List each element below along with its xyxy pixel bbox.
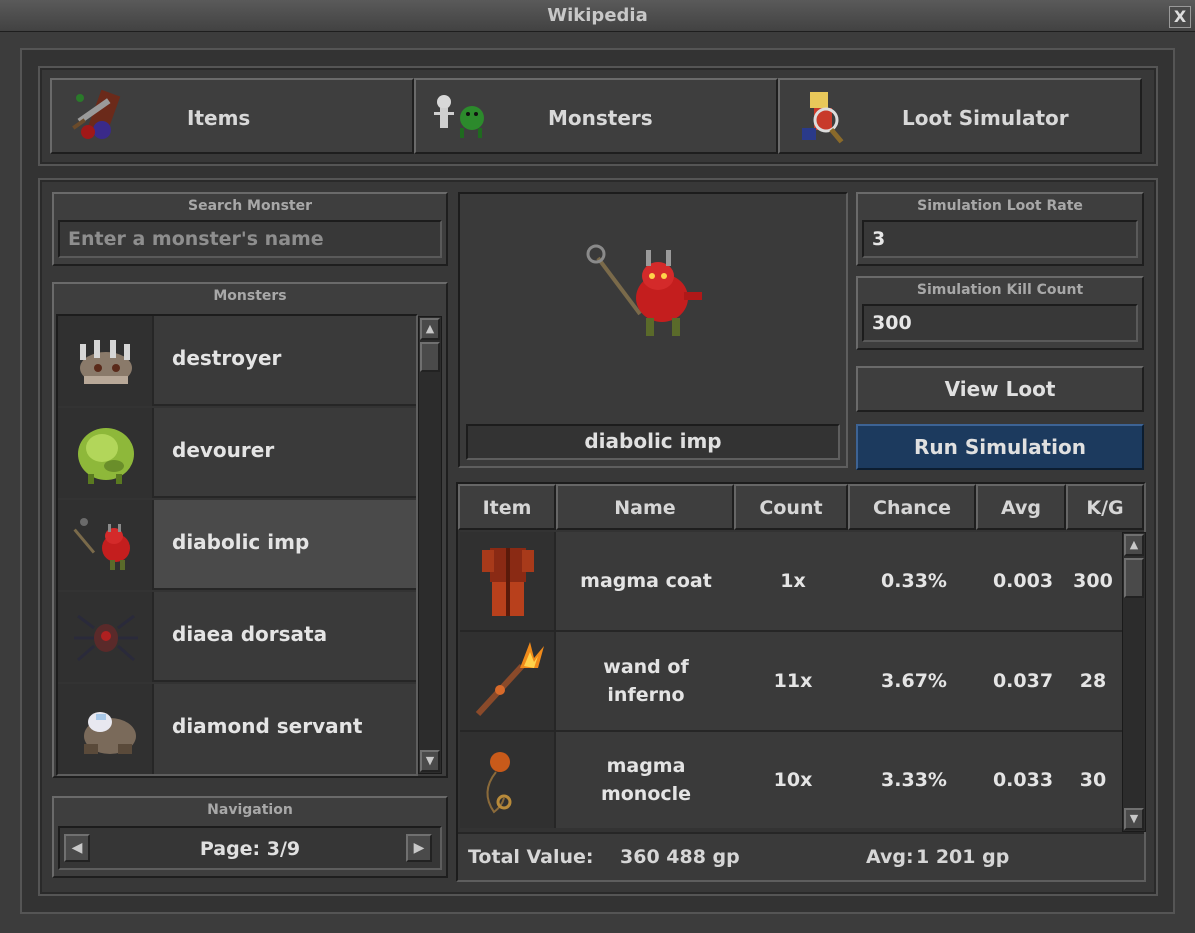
item-chance: 3.33% (881, 769, 947, 791)
scroll-up-button[interactable]: ▲ (1124, 534, 1144, 556)
item-avg: 0.037 (992, 670, 1054, 692)
avg-value-label: Avg: (866, 846, 914, 868)
table-row[interactable]: magma coat 1x 0.33% 0.003 300 (460, 532, 1122, 632)
loot-rate-group: Simulation Loot Rate (856, 192, 1144, 266)
search-group: Search Monster (52, 192, 448, 266)
arrow-right-icon: ▶ (413, 840, 425, 856)
tab-monsters[interactable]: Monsters (414, 78, 778, 154)
item-kg: 28 (1079, 670, 1107, 692)
total-value-label: Total Value: (468, 846, 594, 868)
item-count: 11x (773, 670, 813, 692)
column-header-name[interactable]: Name (556, 484, 734, 530)
preview-monster-name: diabolic imp (466, 424, 840, 460)
magma-monocle-icon (460, 732, 556, 828)
devourer-icon (58, 408, 154, 498)
tab-loot-simulator-label: Loot Simulator (902, 106, 1069, 130)
list-item-selected[interactable]: diabolic imp (58, 500, 416, 590)
scroll-thumb[interactable] (420, 342, 440, 372)
item-name: wand of inferno (603, 656, 689, 706)
wikipedia-window: Wikipedia X Items Monsters Loot Simulato… (0, 0, 1195, 933)
magma-coat-icon (460, 532, 556, 630)
avg-value: 1 201 gp (916, 846, 1010, 868)
monster-name: devourer (172, 438, 275, 462)
item-chance: 3.67% (881, 670, 947, 692)
diaea-dorsata-icon (58, 592, 154, 682)
view-loot-button[interactable]: View Loot (856, 366, 1144, 412)
list-item[interactable]: devourer (58, 408, 416, 498)
page-indicator: Page: 3/9 (199, 838, 301, 860)
item-count: 1x (780, 570, 806, 592)
monsters-icon (434, 95, 484, 138)
search-title: Search Monster (187, 198, 312, 214)
monster-name: diabolic imp (172, 530, 310, 554)
monster-name: destroyer (172, 346, 282, 370)
tab-loot-simulator[interactable]: Loot Simulator (778, 78, 1142, 154)
navigation-group: Navigation ◀ Page: 3/9 ▶ (52, 796, 448, 878)
monster-preview: diabolic imp (458, 192, 848, 468)
item-avg: 0.033 (992, 769, 1054, 791)
close-icon: X (1173, 7, 1187, 26)
window-title: Wikipedia (547, 5, 648, 26)
scroll-down-button[interactable]: ▼ (1124, 808, 1144, 830)
tab-monsters-label: Monsters (548, 106, 653, 130)
loot-simulator-icon (802, 92, 844, 144)
monsters-title: Monsters (213, 288, 287, 304)
column-header-kg[interactable]: K/G (1066, 484, 1144, 530)
item-chance: 0.33% (881, 570, 947, 592)
item-count: 10x (773, 769, 813, 791)
loot-rate-input[interactable] (862, 220, 1138, 258)
navigation-title: Navigation (207, 802, 293, 818)
item-avg: 0.003 (992, 570, 1054, 592)
scroll-down-button[interactable]: ▼ (420, 750, 440, 772)
run-simulation-button[interactable]: Run Simulation (856, 424, 1144, 470)
list-item[interactable]: destroyer (58, 316, 416, 406)
item-name: magma monocle (600, 755, 692, 805)
next-page-button[interactable]: ▶ (406, 834, 432, 862)
monster-name: diaea dorsata (172, 622, 328, 646)
item-kg: 30 (1079, 769, 1107, 791)
scroll-thumb[interactable] (1124, 558, 1144, 598)
table-row[interactable]: wand of inferno 11x 3.67% 0.037 28 (460, 632, 1122, 732)
item-kg: 300 (1073, 570, 1113, 592)
monster-name: diamond servant (172, 714, 363, 738)
kill-count-title: Simulation Kill Count (916, 282, 1084, 298)
wand-of-inferno-icon (460, 632, 556, 730)
arrow-down-icon: ▼ (425, 754, 435, 767)
diamond-servant-icon (58, 684, 154, 774)
loot-rate-title: Simulation Loot Rate (917, 198, 1083, 214)
list-item[interactable]: diamond servant (58, 684, 416, 774)
kill-count-group: Simulation Kill Count (856, 276, 1144, 350)
monster-list-scrollbar[interactable] (418, 316, 442, 774)
destroyer-icon (58, 316, 154, 406)
column-header-count[interactable]: Count (734, 484, 848, 530)
list-item[interactable]: diaea dorsata (58, 592, 416, 682)
title-bar[interactable]: Wikipedia X (0, 0, 1195, 32)
arrow-up-icon: ▲ (425, 322, 435, 335)
scroll-up-button[interactable]: ▲ (420, 318, 440, 340)
column-header-item[interactable]: Item (458, 484, 556, 530)
column-header-chance[interactable]: Chance (848, 484, 976, 530)
kill-count-input[interactable] (862, 304, 1138, 342)
arrow-up-icon: ▲ (1129, 538, 1139, 551)
diabolic-imp-icon (58, 500, 154, 590)
table-row[interactable]: magma monocle 10x 3.33% 0.033 30 (460, 732, 1122, 828)
item-name: magma coat (580, 570, 712, 592)
items-icon (72, 89, 121, 139)
column-header-avg[interactable]: Avg (976, 484, 1066, 530)
total-value: 360 488 gp (620, 846, 740, 868)
arrow-down-icon: ▼ (1129, 812, 1139, 825)
close-button[interactable]: X (1169, 6, 1191, 28)
search-input[interactable] (58, 220, 442, 258)
diabolic-imp-icon (586, 244, 702, 336)
tab-items[interactable]: Items (50, 78, 414, 154)
summary-bar: Total Value: 360 488 gp Avg: 1 201 gp (458, 832, 1144, 880)
tab-items-label: Items (187, 106, 251, 130)
